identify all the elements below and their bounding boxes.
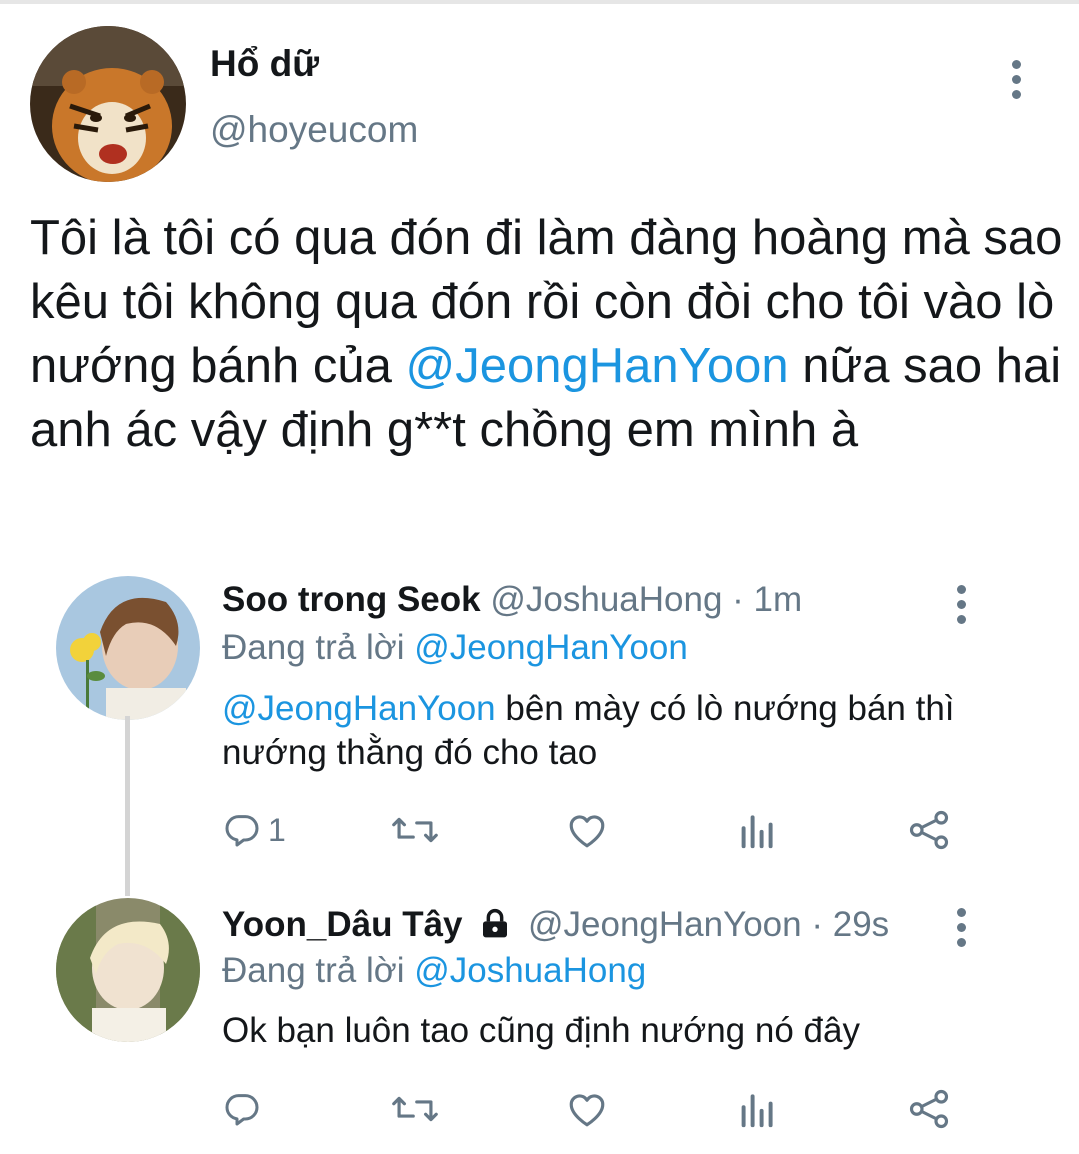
share-button[interactable] xyxy=(908,1084,950,1134)
author-name[interactable]: Hổ dữ xyxy=(210,42,319,86)
replying-label: Đang trả lời xyxy=(222,628,405,667)
replying-label: Đang trả lời xyxy=(222,951,405,990)
heart-icon xyxy=(569,815,605,848)
reply-1-time[interactable]: · 1m xyxy=(732,580,802,619)
reply-icon xyxy=(225,1094,259,1126)
reply-2-actions xyxy=(222,1084,962,1134)
reply-1-header: Soo trong Seok @JoshuaHong · 1m xyxy=(222,578,802,622)
reply-1-replying-to: Đang trả lời @JeongHanYoon xyxy=(222,626,688,670)
reply-2-replying-to: Đang trả lời @JoshuaHong xyxy=(222,949,646,993)
reply-1-handle[interactable]: @JoshuaHong xyxy=(490,580,722,619)
author-avatar[interactable] xyxy=(30,26,186,182)
reply-1-name[interactable]: Soo trong Seok xyxy=(222,580,481,619)
top-divider xyxy=(0,0,1079,4)
author-handle[interactable]: @hoyeucom xyxy=(210,108,418,152)
replying-to-link[interactable]: @JoshuaHong xyxy=(414,951,646,990)
more-vertical-icon[interactable] xyxy=(955,908,967,953)
reply-2-name[interactable]: Yoon_Dâu Tây xyxy=(222,905,463,944)
reply-1-mention-link[interactable]: @JeongHanYoon xyxy=(222,689,496,728)
reply-icon xyxy=(225,815,259,847)
analytics-icon xyxy=(741,1094,773,1128)
tweet-text: Tôi là tôi có qua đón đi làm đàng hoàng … xyxy=(30,206,1070,462)
replying-to-link[interactable]: @JeongHanYoon xyxy=(414,628,688,667)
lock-icon xyxy=(483,908,508,938)
share-icon xyxy=(909,810,949,850)
reply-1-text: @JeongHanYoon bên mày có lò nướng bán th… xyxy=(222,687,982,775)
reply-button[interactable] xyxy=(222,1084,268,1134)
reply-2-text: Ok bạn luôn tao cũng định nướng nó đây xyxy=(222,1011,860,1050)
reply-2-handle[interactable]: @JeongHanYoon xyxy=(528,905,802,944)
share-button[interactable] xyxy=(908,805,950,855)
reply-count: 1 xyxy=(268,811,286,848)
retweet-icon xyxy=(392,1096,438,1122)
retweet-button[interactable] xyxy=(392,1084,438,1134)
heart-icon xyxy=(569,1094,605,1127)
thread-connector xyxy=(125,716,130,896)
reply-1-avatar[interactable] xyxy=(56,576,200,720)
reply-2-avatar[interactable] xyxy=(56,898,200,1042)
like-button[interactable] xyxy=(566,1084,608,1134)
more-vertical-icon[interactable] xyxy=(1010,60,1022,105)
analytics-button[interactable] xyxy=(740,805,776,855)
reply-1-actions: 1 xyxy=(222,805,962,855)
reply-button[interactable]: 1 xyxy=(222,805,286,855)
retweet-button[interactable] xyxy=(392,805,438,855)
more-vertical-icon[interactable] xyxy=(955,585,967,630)
tweet-mention-link[interactable]: @JeongHanYoon xyxy=(406,339,789,393)
reply-2-time[interactable]: · 29s xyxy=(811,905,889,944)
analytics-icon xyxy=(741,815,773,849)
analytics-button[interactable] xyxy=(740,1084,776,1134)
share-icon xyxy=(909,1089,949,1129)
reply-2-header: Yoon_Dâu Tây @JeongHanYoon · 29s xyxy=(222,903,889,947)
like-button[interactable] xyxy=(566,805,608,855)
retweet-icon xyxy=(392,817,438,843)
